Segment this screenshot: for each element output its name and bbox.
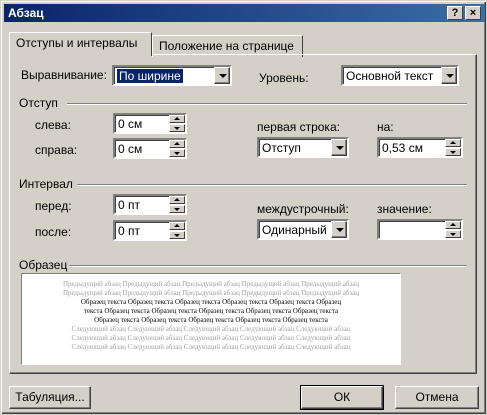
spin-down-icon[interactable] — [169, 124, 185, 132]
preview-box: Предыдущий абзац Предыдущий абзац Предыд… — [21, 273, 401, 365]
space-after-label: после: — [35, 225, 72, 239]
spacing-group-label: Интервал — [19, 177, 73, 191]
spin-down-icon[interactable] — [169, 231, 185, 239]
spin-up-icon[interactable] — [169, 196, 185, 204]
tabs-button[interactable]: Табуляция... — [9, 386, 91, 409]
preview-next-line: Следующий абзац Следующий абзац Следующи… — [71, 334, 351, 342]
paragraph-dialog: Абзац ? × Отступы и интервалы Положение … — [0, 0, 487, 415]
alignment-select[interactable]: По ширине — [112, 65, 232, 86]
spin-up-icon[interactable] — [169, 222, 185, 230]
left-indent-spinner[interactable] — [169, 115, 185, 132]
spin-down-icon[interactable] — [445, 230, 461, 238]
spin-down-icon[interactable] — [169, 205, 185, 213]
chevron-down-icon[interactable] — [214, 67, 230, 84]
preview-prev-line: Предыдущий абзац Предыдущий абзац Предыд… — [62, 280, 360, 288]
ok-button[interactable]: ОК — [300, 385, 384, 410]
preview-sample-line: Образец текста Образец текста Образец те… — [80, 298, 342, 306]
preview-next-line: Следующий абзац Следующий абзац Следующи… — [71, 343, 351, 351]
space-before-label: перед: — [35, 199, 72, 213]
left-indent-label: слева: — [35, 118, 71, 132]
alignment-value: По ширине — [116, 68, 184, 84]
line-spacing-value: Одинарный — [262, 223, 327, 237]
at-field[interactable] — [377, 219, 463, 240]
preview-sample-line: текста Образец текста Образец текста Обр… — [83, 307, 339, 315]
chevron-down-icon[interactable] — [331, 221, 347, 238]
window-title: Абзац — [8, 6, 44, 20]
indent-divider — [67, 103, 467, 105]
first-line-value: Отступ — [262, 141, 301, 155]
spin-up-icon[interactable] — [445, 139, 461, 147]
indent-group-label: Отступ — [19, 96, 58, 110]
right-indent-value: 0 см — [118, 142, 143, 156]
by-label: на: — [377, 120, 394, 134]
preview-group-label: Образец — [19, 258, 68, 272]
chevron-down-icon[interactable] — [331, 139, 347, 156]
tab-indents-spacing[interactable]: Отступы и интервалы — [9, 32, 152, 56]
spin-up-icon[interactable] — [445, 221, 461, 229]
alignment-label: Выравнивание: — [21, 68, 107, 82]
at-label: значение: — [377, 202, 432, 216]
preview-sample-line: Образец текста Образец текста Образец те… — [94, 316, 328, 324]
tab-label: Положение на странице — [159, 39, 294, 53]
cancel-button[interactable]: Отмена — [395, 386, 479, 409]
spin-up-icon[interactable] — [169, 140, 185, 148]
right-indent-label: справа: — [35, 143, 78, 157]
line-spacing-select[interactable]: Одинарный — [257, 219, 349, 240]
spacing-divider — [77, 184, 467, 186]
space-after-spinner[interactable] — [169, 222, 185, 239]
preview-next-line: Следующий абзац Следующий абзац Следующи… — [71, 325, 351, 333]
chevron-down-icon[interactable] — [441, 67, 457, 84]
left-indent-field[interactable]: 0 см — [113, 113, 187, 134]
by-field[interactable]: 0,53 см — [377, 137, 463, 158]
close-button[interactable]: × — [465, 6, 481, 20]
left-indent-value: 0 см — [118, 117, 143, 131]
level-value: Основной текст — [346, 69, 434, 83]
by-value: 0,53 см — [382, 141, 423, 155]
level-label: Уровень: — [259, 71, 309, 85]
space-before-value: 0 пт — [118, 198, 141, 212]
spin-down-icon[interactable] — [445, 148, 461, 156]
first-line-label: первая строка: — [257, 120, 340, 134]
space-before-spinner[interactable] — [169, 196, 185, 213]
right-indent-field[interactable]: 0 см — [113, 138, 187, 159]
spin-down-icon[interactable] — [169, 149, 185, 157]
spin-up-icon[interactable] — [169, 115, 185, 123]
help-button[interactable]: ? — [447, 6, 463, 20]
space-after-field[interactable]: 0 пт — [113, 220, 187, 241]
preview-divider — [69, 265, 467, 267]
preview-prev-line: Предыдущий абзац Предыдущий абзац Предыд… — [62, 289, 360, 297]
space-before-field[interactable]: 0 пт — [113, 194, 187, 215]
at-spinner[interactable] — [445, 221, 461, 238]
first-line-select[interactable]: Отступ — [257, 137, 349, 158]
level-select[interactable]: Основной текст — [341, 65, 459, 86]
space-after-value: 0 пт — [118, 224, 141, 238]
line-spacing-label: междустрочный: — [257, 202, 349, 216]
right-indent-spinner[interactable] — [169, 140, 185, 157]
title-bar[interactable]: Абзац ? × — [4, 4, 485, 22]
by-spinner[interactable] — [445, 139, 461, 156]
tab-label: Отступы и интервалы — [16, 36, 138, 50]
